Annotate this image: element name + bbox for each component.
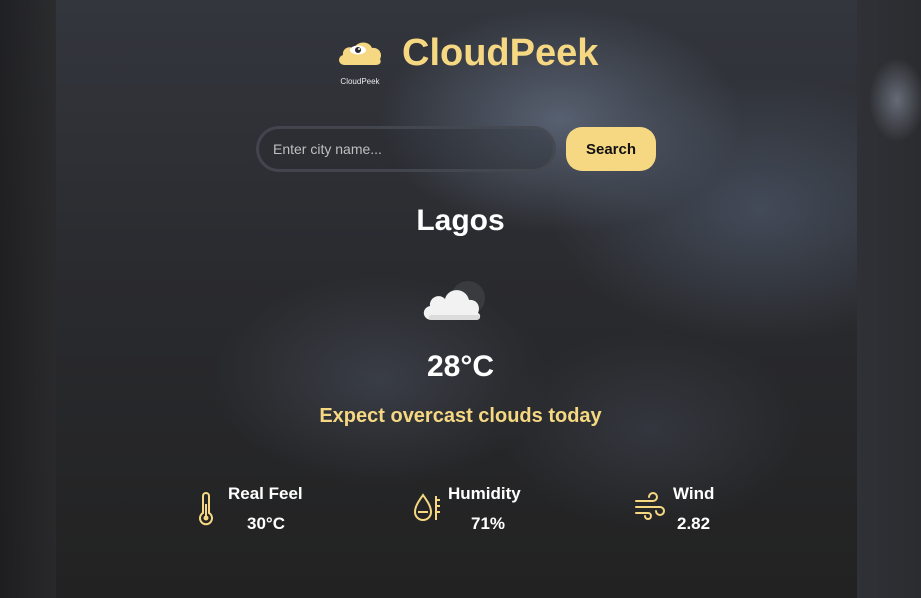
wind-label: Wind [673, 484, 715, 503]
search-button[interactable]: Search [566, 127, 656, 171]
wind-value: 2.82 [677, 514, 711, 533]
wind-stat: Wind 2.82 [634, 484, 744, 540]
city-name: Lagos [416, 204, 505, 237]
humidity-icon [413, 493, 440, 521]
humidity-stat: Humidity 71% [412, 484, 552, 540]
real-feel-value: 30°C [247, 514, 285, 533]
background-right-edge [857, 0, 921, 598]
real-feel-stat: Real Feel 30°C [196, 484, 326, 540]
app-header: CloudPeek CloudPeek [334, 30, 604, 90]
app-title: CloudPeek [402, 32, 599, 74]
wind-icon [635, 492, 665, 520]
thermometer-icon [199, 492, 213, 526]
weather-description: Expect overcast clouds today [319, 405, 602, 427]
temperature: 28°C [426, 350, 495, 383]
humidity-label: Humidity [448, 484, 521, 503]
logo-caption: CloudPeek [340, 77, 380, 86]
real-feel-label: Real Feel [228, 484, 303, 503]
app-logo: CloudPeek [334, 34, 386, 86]
eye-cloud-icon [339, 42, 382, 65]
search-input[interactable] [256, 126, 556, 172]
background-left-edge [0, 0, 56, 598]
cloud-icon [423, 281, 485, 320]
humidity-value: 71% [471, 514, 506, 533]
